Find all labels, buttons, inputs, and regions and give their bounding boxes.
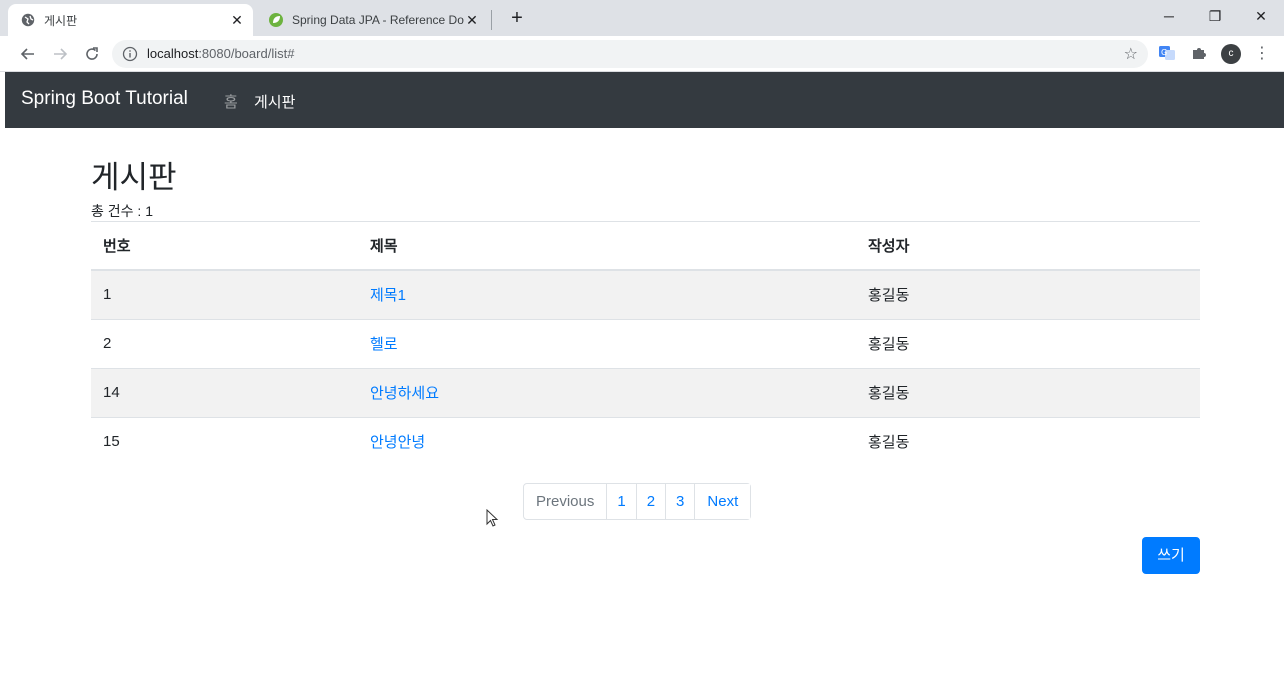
extensions-puzzle-icon[interactable]: [1190, 44, 1210, 64]
board-table: 번호 제목 작성자 1 제목1 홍길동 2 헬로 홍길동 14 안녕하세요 홍길…: [91, 222, 1200, 466]
url-host: localhost: [147, 46, 199, 61]
table-row: 1 제목1 홍길동: [91, 269, 1200, 319]
cell-title: 안녕안녕: [358, 416, 856, 466]
column-header-number: 번호: [91, 222, 358, 271]
pagination-page-3[interactable]: 3: [665, 484, 695, 519]
browser-tab-strip: 게시판 ✕ Spring Data JPA - Reference Do ✕ +…: [0, 0, 1284, 36]
nav-link-board[interactable]: 게시판: [254, 91, 295, 112]
cell-writer: 홍길동: [856, 269, 1200, 319]
post-title-link[interactable]: 제목1: [370, 287, 406, 304]
spring-leaf-icon: [268, 12, 284, 28]
post-title-link[interactable]: 안녕하세요: [370, 385, 439, 402]
translate-extension-icon[interactable]: G: [1158, 44, 1178, 64]
table-header-row: 번호 제목 작성자: [91, 222, 1200, 271]
back-arrow-icon[interactable]: [16, 42, 40, 66]
pagination: Previous 1 2 3 Next: [523, 483, 752, 520]
nav-link-home[interactable]: 홈: [224, 91, 238, 112]
cell-writer: 홍길동: [856, 318, 1200, 368]
tab-title: Spring Data JPA - Reference Do: [292, 13, 464, 27]
cell-number: 1: [91, 269, 358, 319]
minimize-button[interactable]: ─: [1146, 0, 1192, 32]
total-count: 총 건수 : 1: [91, 203, 153, 219]
cell-writer: 홍길동: [856, 416, 1200, 466]
forward-arrow-icon[interactable]: [48, 42, 72, 66]
cell-number: 14: [91, 367, 358, 417]
info-icon[interactable]: [122, 46, 138, 62]
address-bar[interactable]: localhost:8080/board/list# ☆: [112, 40, 1148, 68]
column-header-title: 제목: [358, 222, 856, 271]
url-text: localhost:8080/board/list#: [147, 46, 294, 61]
bookmark-star-icon[interactable]: ☆: [1124, 44, 1138, 64]
svg-text:G: G: [1161, 48, 1167, 57]
reload-icon[interactable]: [80, 42, 104, 66]
post-title-link[interactable]: 안녕안녕: [370, 434, 425, 451]
profile-avatar[interactable]: c: [1221, 44, 1241, 64]
navbar-brand[interactable]: Spring Boot Tutorial: [21, 88, 188, 110]
pagination-page-2[interactable]: 2: [635, 484, 666, 519]
cell-number: 2: [91, 318, 358, 368]
post-title-link[interactable]: 헬로: [370, 336, 398, 353]
new-tab-button[interactable]: +: [505, 6, 529, 30]
table-row: 15 안녕안녕 홍길동: [91, 416, 1200, 466]
pagination-next[interactable]: Next: [694, 484, 751, 519]
pagination-page-1[interactable]: 1: [606, 484, 636, 519]
cell-title: 제목1: [358, 269, 856, 319]
write-button[interactable]: 쓰기: [1142, 537, 1200, 574]
tab-close-icon[interactable]: ✕: [464, 12, 480, 28]
pagination-previous[interactable]: Previous: [524, 484, 607, 519]
close-window-button[interactable]: ✕: [1238, 0, 1284, 32]
tab-title: 게시판: [44, 13, 78, 28]
page-title: 게시판: [91, 160, 177, 195]
table-row: 2 헬로 홍길동: [91, 318, 1200, 368]
browser-toolbar: localhost:8080/board/list# ☆ G c ⋮: [0, 36, 1284, 72]
table-row: 14 안녕하세요 홍길동: [91, 367, 1200, 417]
cell-number: 15: [91, 416, 358, 466]
column-header-writer: 작성자: [856, 222, 1200, 271]
tab-close-icon[interactable]: ✕: [229, 12, 245, 28]
mouse-cursor-icon: [486, 509, 499, 527]
cell-writer: 홍길동: [856, 367, 1200, 417]
browser-tab-active[interactable]: 게시판 ✕: [8, 4, 253, 36]
more-menu-icon[interactable]: ⋮: [1254, 42, 1270, 66]
restore-button[interactable]: ❐: [1192, 0, 1238, 32]
cell-title: 헬로: [358, 318, 856, 368]
cell-title: 안녕하세요: [358, 367, 856, 417]
tab-separator: [491, 10, 492, 30]
url-path: :8080/board/list#: [198, 46, 295, 61]
app-navbar: Spring Boot Tutorial 홈 게시판: [5, 72, 1284, 128]
globe-icon: [20, 12, 36, 28]
browser-tab-inactive[interactable]: Spring Data JPA - Reference Do ✕: [256, 4, 488, 36]
